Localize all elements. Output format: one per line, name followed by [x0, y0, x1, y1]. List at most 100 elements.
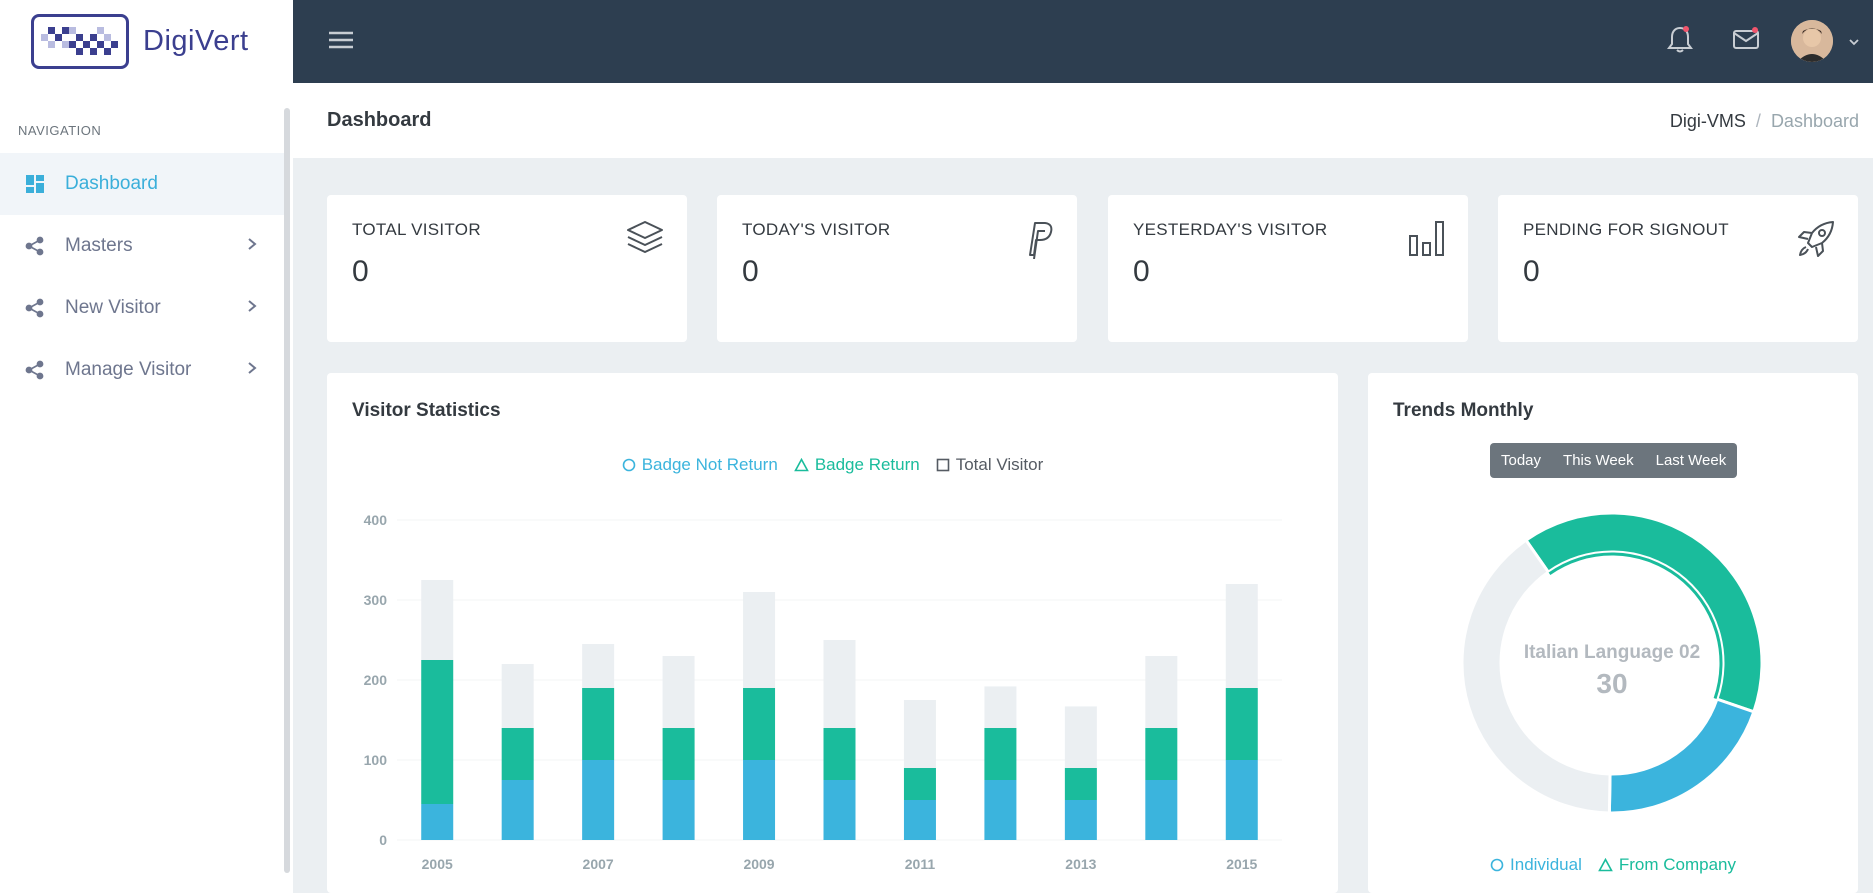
stat-label: YESTERDAY'S VISITOR: [1133, 220, 1328, 239]
chevron-down-icon[interactable]: [1848, 34, 1860, 52]
breadcrumb-link[interactable]: Digi-VMS: [1670, 111, 1746, 132]
bar-chart-icon: [1408, 219, 1446, 262]
donut-slice: [1607, 697, 1756, 815]
topbar: [293, 0, 1873, 83]
legend-item-individual[interactable]: Individual: [1490, 855, 1582, 875]
bar-segment: [1225, 688, 1258, 760]
bar-segment: [984, 686, 1017, 728]
donut-slice: [1523, 511, 1764, 714]
stat-value: 0: [352, 255, 369, 288]
bar-segment: [743, 760, 776, 840]
page-title-bar: Dashboard Digi-VMS / Dashboard: [293, 83, 1873, 158]
bar-segment: [662, 780, 695, 840]
bar-segment: [984, 780, 1017, 840]
stat-label: TOTAL VISITOR: [352, 220, 481, 239]
sidebar-item-label: Masters: [65, 235, 133, 256]
x-tick-label: 2013: [1065, 856, 1096, 872]
bar-segment: [1225, 760, 1258, 840]
triangle-icon: [1597, 858, 1613, 872]
bar-segment: [903, 800, 936, 840]
menu-icon[interactable]: [328, 30, 354, 55]
bar-segment: [903, 700, 936, 768]
donut-slice: [1460, 538, 1612, 815]
stat-card-total-visitor: TOTAL VISITOR 0: [327, 195, 687, 342]
legend-label: Individual: [1510, 855, 1582, 874]
y-tick-label: 200: [364, 672, 388, 688]
sidebar-item-label: Dashboard: [65, 173, 158, 194]
sidebar-item-new-visitor[interactable]: New Visitor: [0, 277, 287, 339]
y-tick-label: 300: [364, 592, 388, 608]
stat-card-yesterdays-visitor: YESTERDAY'S VISITOR 0: [1108, 195, 1468, 342]
bar-segment: [823, 728, 856, 780]
bar-segment: [662, 656, 695, 728]
bar-segment: [582, 644, 615, 688]
bar-segment: [421, 580, 454, 660]
visitor-bar-chart: 0 100 200 300 400 2005 2007 2009 2011 2013 2015: [364, 512, 1282, 872]
bar-segment: [984, 728, 1017, 780]
share-icon: [24, 297, 46, 319]
sidebar: DigiVert NAVIGATION Dashboard Masters Ne…: [0, 0, 293, 893]
bar-segment: [823, 780, 856, 840]
bar-segment: [1225, 584, 1258, 688]
stat-value: 0: [1133, 255, 1150, 288]
bar-segment: [743, 592, 776, 688]
donut-legend: Individual From Company: [1368, 855, 1858, 875]
avatar[interactable]: [1791, 20, 1833, 62]
breadcrumb-current: Dashboard: [1770, 111, 1859, 131]
bar-segment: [823, 640, 856, 728]
sidebar-scrollbar[interactable]: [284, 108, 290, 873]
stat-card-todays-visitor: TODAY'S VISITOR 0: [717, 195, 1077, 342]
sidebar-item-label: Manage Visitor: [65, 359, 192, 380]
bar-segment: [1064, 706, 1097, 768]
trends-donut-chart: Italian Language 02 30: [1460, 511, 1764, 815]
chevron-right-icon: [247, 235, 257, 257]
logo[interactable]: DigiVert: [0, 0, 293, 83]
stat-label: PENDING FOR SIGNOUT: [1523, 220, 1729, 239]
bar-segment: [501, 728, 534, 780]
x-tick-label: 2009: [743, 856, 774, 872]
bar-segment: [903, 768, 936, 800]
y-tick-label: 0: [379, 832, 387, 848]
bar-segment: [501, 780, 534, 840]
breadcrumb-separator: /: [1755, 111, 1761, 131]
x-tick-label: 2015: [1226, 856, 1257, 872]
paypal-icon: [1021, 219, 1055, 264]
brand-name: DigiVert: [143, 25, 249, 57]
bar-segment: [582, 760, 615, 840]
chevron-right-icon: [247, 359, 257, 381]
rocket-icon: [1796, 219, 1836, 264]
bar-segment: [421, 660, 454, 804]
bar-segment: [421, 804, 454, 840]
legend-item-from-company[interactable]: From Company: [1597, 855, 1736, 875]
sidebar-item-masters[interactable]: Masters: [0, 215, 287, 277]
x-tick-label: 2011: [905, 856, 936, 872]
stat-value: 0: [742, 255, 759, 288]
visitor-statistics-panel: Visitor Statistics Badge Not Return Badg…: [327, 373, 1338, 893]
mail-icon[interactable]: [1731, 24, 1761, 59]
share-icon: [24, 235, 46, 257]
layers-icon: [625, 219, 665, 264]
bar-segment: [1145, 780, 1178, 840]
x-tick-label: 2005: [422, 856, 453, 872]
y-tick-label: 100: [364, 752, 388, 768]
bar-segment: [743, 688, 776, 760]
bell-icon[interactable]: [1666, 24, 1694, 59]
sidebar-item-manage-visitor[interactable]: Manage Visitor: [0, 339, 287, 401]
nav-list: Dashboard Masters New Visitor Manage Vis…: [0, 153, 287, 401]
stat-value: 0: [1523, 255, 1540, 288]
bar-segment: [1064, 800, 1097, 840]
chevron-right-icon: [247, 297, 257, 319]
bar-segment: [1064, 768, 1097, 800]
bar-segment: [1145, 656, 1178, 728]
bar-segment: [501, 664, 534, 728]
stat-card-pending-signout: PENDING FOR SIGNOUT 0: [1498, 195, 1858, 342]
bar-segment: [1145, 728, 1178, 780]
bar-segment: [662, 728, 695, 780]
y-tick-label: 400: [364, 512, 388, 528]
donut-center-label: Italian Language 02: [1524, 642, 1700, 663]
logo-mark: [31, 14, 129, 69]
sidebar-item-label: New Visitor: [65, 297, 161, 318]
bar-segment: [582, 688, 615, 760]
circle-icon: [1490, 858, 1504, 872]
sidebar-item-dashboard[interactable]: Dashboard: [0, 153, 287, 215]
